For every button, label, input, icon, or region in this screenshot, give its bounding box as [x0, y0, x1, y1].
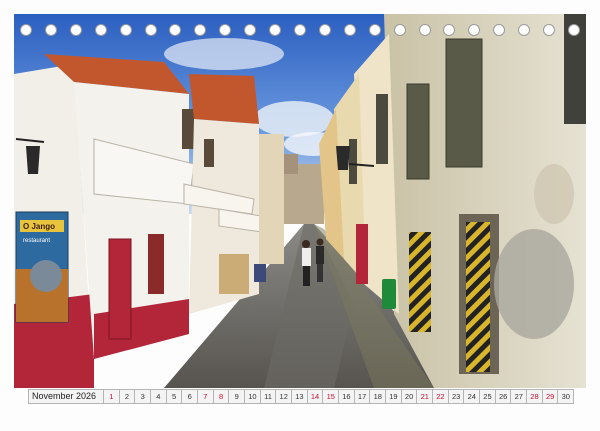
striped-door [466, 222, 490, 372]
day-cell: 2 [119, 389, 136, 404]
day-cell: 1 [104, 389, 120, 404]
binding-hole [269, 24, 282, 36]
binding-hole [493, 24, 506, 36]
day-cell: 10 [245, 389, 261, 404]
day-cell: 26 [495, 389, 512, 404]
binding-hole [418, 24, 431, 36]
day-cell: 19 [386, 389, 402, 404]
green-bin [382, 279, 396, 309]
day-cell: 27 [511, 389, 528, 404]
day-cell: 21 [417, 389, 434, 404]
binding-hole [69, 24, 82, 36]
day-cell: 4 [151, 389, 167, 404]
day-cell: 5 [166, 389, 183, 404]
binding-hole [144, 24, 157, 36]
binding-hole [518, 24, 531, 36]
day-cell: 16 [339, 389, 355, 404]
day-cell: 3 [135, 389, 152, 404]
day-cell: 8 [213, 389, 230, 404]
day-cell: 24 [464, 389, 481, 404]
binding-hole [194, 24, 207, 36]
day-cell: 28 [527, 389, 543, 404]
mural-text: O Jango [23, 222, 55, 231]
day-cell: 17 [354, 389, 371, 404]
day-cell: 12 [276, 389, 293, 404]
binding-hole [568, 24, 580, 36]
calendar-strip: November 2026 1 2 3 4 5 6 7 8 9 10 11 12 13 14 15 16 17 1… [28, 389, 575, 404]
street-photo-illustration: O Jango restaurant [14, 14, 586, 388]
binding-hole [169, 24, 182, 36]
day-cell: 22 [433, 389, 449, 404]
binding-holes [20, 24, 580, 38]
binding-hole [543, 24, 556, 36]
day-cells: 1 2 3 4 5 6 7 8 9 10 11 12 13 14 15 16 17 18 19 20 21 22 23 24 2… [104, 389, 575, 404]
day-cell: 9 [229, 389, 246, 404]
binding-hole [393, 24, 406, 36]
binding-hole [20, 24, 32, 36]
month-label: November 2026 [28, 389, 104, 404]
day-cell: 11 [260, 389, 277, 404]
binding-hole [343, 24, 356, 36]
mural: O Jango restaurant [15, 211, 69, 323]
day-cell: 18 [370, 389, 387, 404]
street-photo: O Jango restaurant [14, 14, 586, 388]
binding-hole [44, 24, 57, 36]
day-cell: 14 [307, 389, 324, 404]
binding-hole [294, 24, 306, 36]
day-cell: 15 [323, 389, 340, 404]
day-cell: 7 [198, 389, 214, 404]
mural-subtext: restaurant [23, 238, 50, 244]
day-cell: 29 [542, 389, 559, 404]
binding-hole [244, 24, 257, 36]
binding-hole [368, 24, 381, 36]
striped-door [409, 232, 431, 332]
day-cell: 13 [292, 389, 308, 404]
day-cell: 6 [182, 389, 199, 404]
day-cell: 25 [480, 389, 496, 404]
binding-hole [219, 24, 232, 36]
binding-hole [468, 24, 481, 36]
binding-hole [119, 24, 132, 36]
calendar-page: O Jango restaurant November 2026 1 2 3 4… [0, 0, 600, 431]
binding-hole [94, 24, 107, 36]
day-cell: 23 [448, 389, 465, 404]
binding-hole [318, 24, 331, 36]
day-cell: 30 [558, 389, 575, 404]
binding-hole [443, 24, 456, 36]
window-shutter [445, 38, 483, 168]
day-cell: 20 [401, 389, 418, 404]
